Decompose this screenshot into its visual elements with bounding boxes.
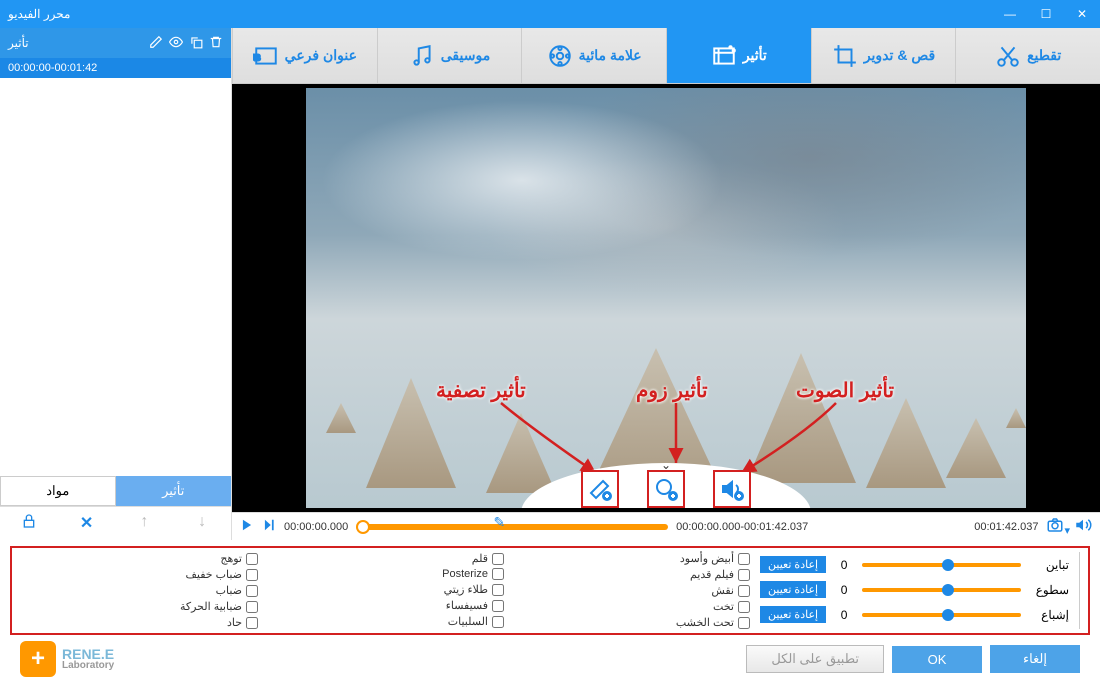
filter-checkbox[interactable]: نقش xyxy=(512,584,750,597)
timeline-end: 00:01:42.037 xyxy=(974,521,1038,533)
timeline-thumb[interactable] xyxy=(356,520,370,534)
sidebar-title: تأثير xyxy=(8,36,149,50)
maximize-button[interactable]: ☐ xyxy=(1036,7,1056,21)
step-button[interactable] xyxy=(262,518,276,535)
main-toolbar: تقطيع قص & تدوير تأثير علامة مائية موسيق… xyxy=(232,28,1100,84)
eye-icon[interactable] xyxy=(169,35,183,52)
tool-subtitle[interactable]: SUB عنوان فرعي xyxy=(232,28,377,83)
filter-checkbox[interactable]: ضباب xyxy=(20,584,258,597)
volume-button[interactable] xyxy=(1074,516,1092,537)
lock-button[interactable] xyxy=(0,507,58,540)
brand-logo: RENE.ELaboratory xyxy=(20,641,114,677)
tool-music[interactable]: موسيقى xyxy=(377,28,522,83)
contrast-reset-button[interactable]: إعادة تعيين xyxy=(760,556,826,573)
filter-checkbox[interactable]: تحت الخشب xyxy=(512,616,750,629)
adjust-saturation: إشباع 0 إعادة تعيين xyxy=(760,606,1069,623)
filter-checkbox[interactable]: توهج xyxy=(20,552,258,565)
minimize-button[interactable]: — xyxy=(1000,7,1020,21)
saturation-reset-button[interactable]: إعادة تعيين xyxy=(760,606,826,623)
adjust-contrast: تباين 0 إعادة تعيين xyxy=(760,556,1069,573)
filter-checkbox[interactable]: أبيض وأسود xyxy=(512,552,750,565)
logo-icon xyxy=(20,641,56,677)
window-title: محرر الفيديو xyxy=(8,7,1000,21)
sound-effect-button[interactable] xyxy=(713,470,751,508)
timeline-start: 00:00:00.000 xyxy=(284,521,348,533)
sidebar-header: تأثير xyxy=(0,28,231,58)
timeline-track[interactable]: ✎ xyxy=(356,524,668,530)
apply-all-button[interactable]: تطبيق على الكل xyxy=(746,645,884,673)
saturation-slider[interactable] xyxy=(862,613,1021,617)
filter-checkbox[interactable]: فسيفساء xyxy=(266,599,504,612)
filter-checkbox[interactable]: حاد xyxy=(20,616,258,629)
snapshot-button[interactable]: ▾ xyxy=(1046,516,1070,537)
bottom-panel: أبيض وأسود فيلم قديم نقش تخت تحت الخشب قلم Pos… xyxy=(0,540,1100,680)
sidebar-tab-material[interactable]: مواد xyxy=(0,476,116,506)
video-preview: تأثير تصفية تأثير زوم تأثير الصوت ⌄ xyxy=(306,88,1026,508)
filter-effect-button[interactable] xyxy=(581,470,619,508)
window-controls: — ☐ ✕ xyxy=(1000,7,1092,21)
filter-checkbox[interactable]: قلم xyxy=(266,552,504,565)
filter-checkbox[interactable]: Posterize xyxy=(266,568,504,580)
filter-checkbox[interactable]: السلبيات xyxy=(266,615,504,628)
titlebar: محرر الفيديو — ☐ ✕ xyxy=(0,0,1100,28)
copy-icon[interactable] xyxy=(189,35,203,52)
move-down-button[interactable]: ↓ xyxy=(173,507,231,540)
brightness-slider[interactable] xyxy=(862,588,1021,592)
preview-area: تأثير تصفية تأثير زوم تأثير الصوت ⌄ xyxy=(232,84,1100,512)
filter-checkbox[interactable]: طلاء زيتي xyxy=(266,583,504,596)
tool-cut[interactable]: تقطيع xyxy=(955,28,1100,83)
tool-effect[interactable]: تأثير xyxy=(666,28,811,83)
timeline-range: 00:00:00.000-00:01:42.037 xyxy=(676,521,808,533)
clip-item[interactable]: 00:00:00-00:01:42 xyxy=(0,58,231,78)
cancel-button[interactable]: إلغاء xyxy=(990,645,1080,673)
ok-button[interactable]: OK xyxy=(892,646,982,673)
edit-icon[interactable] xyxy=(149,35,163,52)
timeline-marker[interactable]: ✎ xyxy=(493,514,505,531)
filter-checkbox[interactable]: فيلم قديم xyxy=(512,568,750,581)
delete-icon[interactable] xyxy=(209,35,223,52)
adjust-brightness: سطوع 0 إعادة تعيين xyxy=(760,581,1069,598)
tool-crop[interactable]: قص & تدوير xyxy=(811,28,956,83)
zoom-effect-button[interactable]: ⌄ xyxy=(647,470,685,508)
sidebar-tab-effect[interactable]: تأثير xyxy=(116,476,232,506)
tool-watermark[interactable]: علامة مائية xyxy=(521,28,666,83)
filter-checkbox[interactable]: ضبابية الحركة xyxy=(20,600,258,613)
sidebar: تأثير 00:00:00-00:01:42 مواد تأثير ✕ ↑ ↓ xyxy=(0,28,232,540)
timeline: 00:00:00.000 ✎ 00:00:00.000-00:01:42.037… xyxy=(232,512,1100,540)
close-button[interactable]: ✕ xyxy=(1072,7,1092,21)
brightness-reset-button[interactable]: إعادة تعيين xyxy=(760,581,826,598)
move-up-button[interactable]: ↑ xyxy=(116,507,174,540)
filter-checkbox[interactable]: تخت xyxy=(512,600,750,613)
filter-checkbox[interactable]: ضباب خفيف xyxy=(20,568,258,581)
play-button[interactable] xyxy=(240,518,254,535)
svg-text:SUB: SUB xyxy=(253,52,261,62)
contrast-slider[interactable] xyxy=(862,563,1021,567)
sidebar-body xyxy=(0,78,231,476)
remove-button[interactable]: ✕ xyxy=(58,507,116,540)
